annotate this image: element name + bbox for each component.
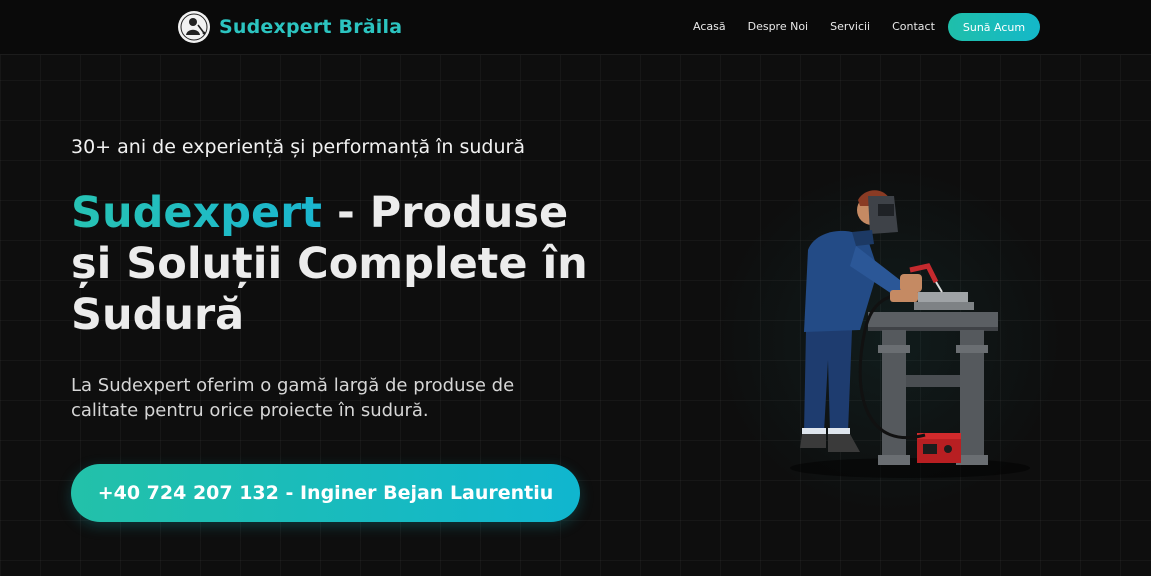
- phone-call-button[interactable]: +40 724 207 132 - Inginer Bejan Laurenti…: [71, 464, 580, 522]
- brand[interactable]: Sudexpert Brăila: [178, 11, 402, 43]
- brand-name: Sudexpert Brăila: [219, 16, 403, 38]
- welder-illustration: [760, 170, 1040, 500]
- main-nav: Acasă Despre Noi Servicii Contact: [693, 20, 935, 33]
- call-now-button[interactable]: Sună Acum: [948, 13, 1040, 41]
- hero-eyebrow: 30+ ani de experiență și performanță în …: [71, 136, 525, 158]
- nav-item-despre-noi[interactable]: Despre Noi: [748, 20, 809, 33]
- hero-description: La Sudexpert oferim o gamă largă de prod…: [71, 375, 515, 421]
- hero-title-accent: Sudexpert: [71, 188, 322, 238]
- page: Sudexpert Brăila Acasă Despre Noi Servic…: [0, 0, 1151, 576]
- nav-item-acasa[interactable]: Acasă: [693, 20, 726, 33]
- welder-logo-icon: [178, 11, 210, 43]
- hero-title: Sudexpert - Produse și Soluții Complete …: [71, 188, 591, 341]
- site-header: Sudexpert Brăila Acasă Despre Noi Servic…: [0, 0, 1151, 55]
- nav-item-servicii[interactable]: Servicii: [830, 20, 870, 33]
- nav-item-contact[interactable]: Contact: [892, 20, 935, 33]
